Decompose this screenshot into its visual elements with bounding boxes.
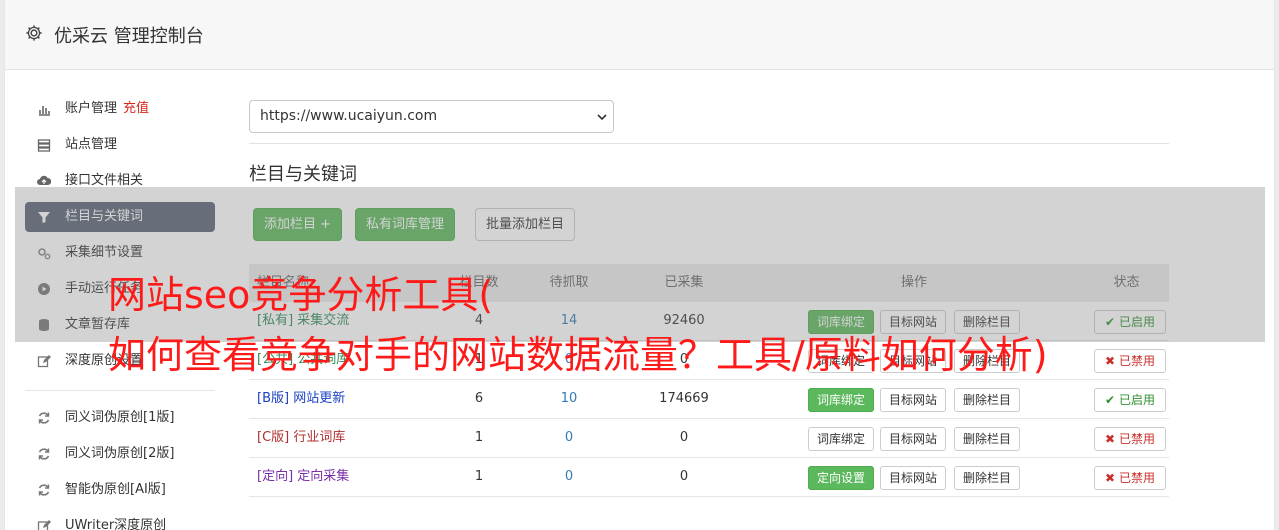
column-name-cell[interactable]: [B版] 网站更新: [249, 380, 444, 418]
status-toggle[interactable]: ✖ 已禁用: [1094, 349, 1166, 373]
status-label: 已禁用: [1118, 354, 1155, 368]
table-row: [定向] 定向采集 1 0 0 定向设置 目标网站 删除栏目 ✖ 已禁用: [249, 458, 1169, 497]
status-label: 已禁用: [1118, 471, 1155, 485]
column-count: 1: [474, 430, 484, 445]
delete-column-button[interactable]: 删除栏目: [954, 466, 1021, 490]
column-name: 定向采集: [297, 469, 350, 484]
collected-count: 0: [679, 469, 689, 484]
cross-icon: ✖: [1105, 471, 1116, 485]
sidebar-item[interactable]: 账户管理 充值: [25, 94, 215, 124]
app-title: 优采云 管理控制台: [54, 26, 204, 47]
edit-icon: [37, 355, 51, 368]
sidebar-item-label: 接口文件相关: [65, 173, 144, 188]
refresh-icon: [38, 484, 50, 496]
recharge-link[interactable]: 充值: [123, 101, 149, 116]
status-cell: ✔ 已启用: [1084, 380, 1169, 418]
site-select[interactable]: https://www.ucaiyun.com: [249, 100, 614, 133]
sidebar-item[interactable]: 同义词伪原创[2版]: [25, 439, 215, 469]
delete-column-button[interactable]: 删除栏目: [954, 427, 1021, 451]
sidebar-divider: [25, 390, 215, 391]
target-site-button[interactable]: 目标网站: [880, 388, 947, 412]
headline-line-2: 如何查看竞争对手的网站数据流量？工具/原料如何分析): [108, 333, 1048, 377]
status-label: 已禁用: [1118, 432, 1155, 446]
status-toggle[interactable]: ✔ 已启用: [1094, 388, 1166, 412]
cloud-upload-icon: [37, 175, 51, 185]
sidebar-item-label: 同义词伪原创[1版]: [65, 410, 175, 425]
column-name-cell[interactable]: [C版] 行业词库: [249, 419, 444, 457]
column-count: 1: [474, 469, 484, 484]
target-site-button[interactable]: 目标网站: [880, 427, 947, 451]
edit-icon: [37, 520, 51, 530]
pending-count: 0: [564, 469, 574, 484]
column-tag: [C版]: [257, 430, 290, 445]
check-icon: ✔: [1105, 393, 1116, 407]
sidebar-item[interactable]: UWriter深度原创: [25, 511, 215, 530]
cross-icon: ✖: [1105, 432, 1116, 446]
actions-cell: 定向设置 目标网站 删除栏目: [744, 458, 1084, 496]
actions-cell: 词库绑定 目标网站 删除栏目: [744, 419, 1084, 457]
status-cell: ✖ 已禁用: [1084, 419, 1169, 457]
column-count: 6: [474, 391, 484, 406]
section-title: 栏目与关键词: [249, 164, 357, 185]
headline-line-1: 网站seo竞争分析工具(: [108, 273, 494, 317]
sidebar-item-label: UWriter深度原创: [65, 518, 167, 530]
pending-count: 0: [564, 430, 574, 445]
server-icon: [37, 139, 51, 152]
status-label: 已启用: [1118, 393, 1155, 407]
collected-count: 0: [679, 430, 689, 445]
refresh-icon: [38, 448, 50, 460]
column-tag: [定向]: [257, 469, 294, 484]
top-bar: 优采云 管理控制台: [5, 0, 1274, 70]
chevron-down-icon: [597, 114, 607, 121]
pending-count: 10: [560, 391, 578, 406]
sidebar-item-label: 账户管理: [65, 101, 118, 116]
column-name: 网站更新: [293, 391, 346, 406]
divider: [249, 143, 1169, 144]
sidebar-item[interactable]: 智能伪原创[AI版]: [25, 475, 215, 505]
column-name-cell[interactable]: [定向] 定向采集: [249, 458, 444, 496]
actions-cell: 词库绑定 目标网站 删除栏目: [744, 380, 1084, 418]
status-toggle[interactable]: ✖ 已禁用: [1094, 466, 1166, 490]
status-toggle[interactable]: ✖ 已禁用: [1094, 427, 1166, 451]
status-cell: ✖ 已禁用: [1084, 341, 1169, 379]
sidebar-item-label: 同义词伪原创[2版]: [65, 446, 175, 461]
status-cell: ✖ 已禁用: [1084, 458, 1169, 496]
refresh-icon: [38, 412, 50, 424]
bind-lib-button[interactable]: 词库绑定: [808, 427, 875, 451]
sidebar-item[interactable]: 站点管理: [25, 130, 215, 160]
site-select-value: https://www.ucaiyun.com: [260, 108, 438, 124]
sidebar-item-label: 智能伪原创[AI版]: [65, 482, 166, 497]
collected-count: 174669: [659, 391, 709, 406]
banner-overlay: [15, 187, 1265, 342]
column-name: 行业词库: [293, 430, 346, 445]
table-row: [C版] 行业词库 1 0 0 词库绑定 目标网站 删除栏目 ✖ 已禁用: [249, 419, 1169, 458]
column-tag: [B版]: [257, 391, 290, 406]
table-row: [B版] 网站更新 6 10 174669 词库绑定 目标网站 删除栏目 ✔ 已启用: [249, 380, 1169, 419]
bind-lib-button[interactable]: 词库绑定: [808, 388, 875, 412]
target-site-button[interactable]: 目标网站: [880, 466, 947, 490]
gear-icon: [26, 25, 42, 41]
cross-icon: ✖: [1105, 354, 1116, 368]
sidebar-item-label: 站点管理: [65, 137, 118, 152]
bind-lib-button[interactable]: 定向设置: [808, 466, 875, 490]
delete-column-button[interactable]: 删除栏目: [954, 388, 1021, 412]
sidebar-item[interactable]: 同义词伪原创[1版]: [25, 403, 215, 433]
bar-chart-icon: [39, 106, 50, 116]
